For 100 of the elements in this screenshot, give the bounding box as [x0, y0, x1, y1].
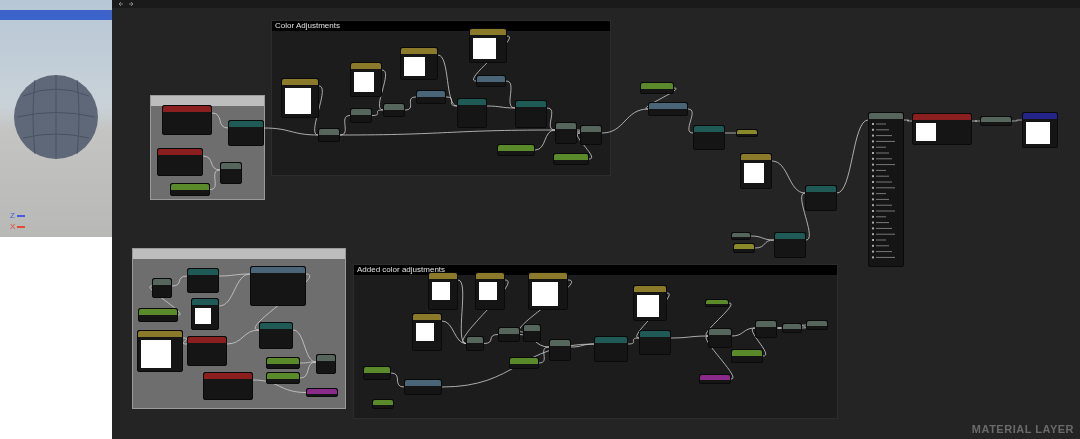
color-swatch	[744, 163, 764, 183]
graph-node[interactable]	[549, 339, 571, 361]
graph-node[interactable]	[1022, 112, 1058, 148]
graph-node[interactable]	[469, 28, 507, 63]
graph-node[interactable]	[693, 125, 725, 150]
wire	[390, 372, 405, 388]
graph-node[interactable]	[316, 354, 336, 374]
graph-node[interactable]	[740, 153, 772, 189]
wire	[971, 120, 981, 122]
graph-node[interactable]	[594, 336, 628, 362]
graph-node[interactable]	[553, 153, 589, 165]
graph-node[interactable]	[633, 285, 667, 321]
graph-node[interactable]	[648, 102, 688, 116]
axis-label: Z	[10, 212, 15, 220]
graph-node[interactable]	[383, 103, 405, 117]
graph-node[interactable]	[170, 183, 210, 196]
graph-node[interactable]	[266, 372, 300, 384]
graph-node[interactable]	[523, 324, 541, 342]
graph-node[interactable]	[363, 366, 391, 380]
color-swatch	[479, 282, 497, 300]
graph-node[interactable]	[138, 308, 178, 322]
graph-node[interactable]	[404, 379, 442, 395]
color-swatch	[432, 282, 450, 300]
graph-node[interactable]	[220, 162, 242, 184]
wire	[1011, 119, 1023, 122]
graph-node[interactable]	[475, 272, 505, 310]
graph-node[interactable]	[868, 112, 904, 267]
graph-node[interactable]	[412, 313, 442, 351]
graph-node[interactable]	[980, 116, 1012, 126]
wire	[903, 119, 913, 122]
wire	[776, 327, 783, 329]
back-arrow-icon[interactable]	[118, 1, 124, 7]
wire	[182, 337, 188, 345]
color-swatch	[637, 295, 659, 317]
graph-node[interactable]	[281, 78, 319, 118]
wire	[404, 96, 417, 111]
graph-node[interactable]	[466, 336, 484, 351]
graph-node[interactable]	[259, 322, 293, 349]
graph-node[interactable]	[708, 328, 732, 348]
graph-node[interactable]	[755, 320, 777, 338]
graph-node[interactable]	[162, 105, 212, 135]
graph-node[interactable]	[731, 232, 751, 240]
graph-node[interactable]	[187, 268, 219, 293]
graph-node[interactable]	[733, 243, 755, 253]
comment-title: Added color adjustments	[354, 265, 837, 275]
graph-node[interactable]	[498, 327, 520, 342]
graph-node[interactable]	[476, 75, 506, 87]
color-swatch	[141, 340, 171, 368]
color-swatch	[473, 38, 496, 59]
color-swatch	[195, 308, 211, 324]
graph-node[interactable]	[555, 122, 577, 144]
graph-node[interactable]	[137, 330, 183, 372]
color-swatch	[916, 123, 936, 141]
graph-node[interactable]	[528, 272, 568, 310]
graph-node[interactable]	[731, 349, 763, 363]
graph-node[interactable]	[509, 357, 539, 369]
graph-node[interactable]	[774, 232, 806, 258]
graph-node[interactable]	[191, 298, 219, 330]
graph-node[interactable]	[152, 278, 172, 298]
graph-node[interactable]	[266, 357, 300, 369]
graph-node[interactable]	[228, 120, 264, 146]
wire	[724, 132, 737, 134]
graph-node[interactable]	[699, 374, 731, 384]
graph-node[interactable]	[400, 47, 438, 80]
graph-node[interactable]	[203, 372, 253, 400]
graph-node[interactable]	[157, 148, 203, 176]
graph-type-label: MATERIAL LAYER	[971, 423, 1074, 435]
color-swatch	[1026, 122, 1050, 144]
comment-title: Color Adjustments	[272, 21, 610, 31]
graph-node[interactable]	[705, 299, 729, 307]
graph-node[interactable]	[497, 144, 535, 156]
color-swatch	[532, 282, 558, 306]
graph-node[interactable]	[736, 129, 758, 137]
wire	[211, 112, 229, 129]
graph-node[interactable]	[515, 100, 547, 128]
graph-node[interactable]	[639, 330, 671, 355]
graph-node[interactable]	[318, 128, 340, 142]
graph-node[interactable]	[457, 98, 487, 128]
graph-node[interactable]	[912, 113, 972, 145]
graph-node[interactable]	[805, 185, 837, 211]
graph-node[interactable]	[640, 82, 674, 94]
graph-node[interactable]	[187, 336, 227, 366]
color-swatch	[404, 57, 425, 76]
wire	[801, 324, 807, 329]
graph-node[interactable]	[372, 399, 394, 409]
graph-node[interactable]	[782, 323, 802, 333]
wire	[687, 108, 694, 134]
graph-node[interactable]	[306, 388, 338, 397]
color-swatch	[285, 88, 311, 114]
graph-node[interactable]	[806, 320, 828, 330]
color-swatch	[416, 323, 434, 341]
graph-node[interactable]	[580, 125, 602, 145]
color-swatch	[354, 72, 374, 92]
forward-arrow-icon[interactable]	[128, 1, 134, 7]
graph-node[interactable]	[428, 272, 458, 310]
graph-node[interactable]	[350, 108, 372, 123]
graph-node[interactable]	[416, 90, 446, 104]
graph-node[interactable]	[350, 62, 382, 97]
graph-node[interactable]	[250, 266, 306, 306]
axis-label: X	[10, 223, 16, 231]
